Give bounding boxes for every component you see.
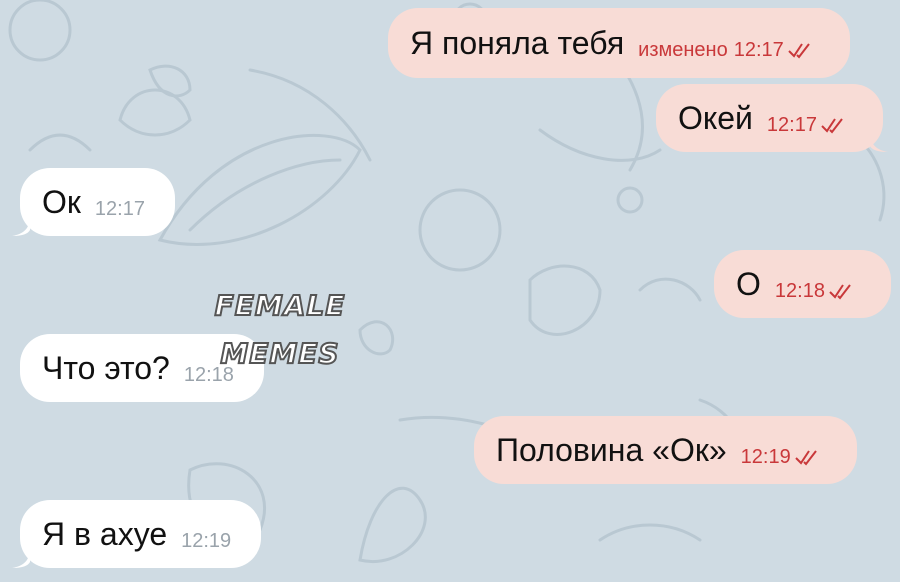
message-time: 12:18	[774, 279, 825, 302]
watermark-line: MEMES	[219, 336, 340, 371]
message-bubble-outgoing[interactable]: Я поняла тебя изменено 12:17	[388, 8, 850, 78]
message-time: 12:17	[766, 113, 817, 136]
message-meta: 12:19	[181, 530, 231, 553]
double-check-icon	[829, 284, 851, 300]
message-meta: 12:17	[767, 114, 847, 137]
message-text: Ок	[42, 183, 81, 220]
double-check-icon	[788, 43, 810, 59]
message-bubble-incoming[interactable]: Я в ахуе 12:19	[20, 500, 262, 568]
message-text: О	[736, 265, 761, 302]
message-bubble-outgoing[interactable]: Половина «Ок» 12:19	[474, 416, 857, 484]
message-bubble-outgoing[interactable]: Окей 12:17	[656, 84, 883, 152]
message-time: 12:17	[94, 197, 145, 220]
double-check-icon	[794, 450, 817, 466]
message-text: Что это?	[42, 349, 170, 386]
message-meta: 12:18	[775, 280, 855, 303]
message-text: Я поняла тебя	[410, 24, 625, 61]
watermark-line: FEMALE	[214, 288, 346, 323]
message-text: Половина «Ок»	[496, 431, 727, 468]
edited-label: изменено	[638, 38, 728, 61]
message-meta: 12:17	[95, 198, 145, 221]
message-time: 12:17	[733, 38, 784, 61]
message-text: Окей	[678, 99, 753, 136]
message-text: Я в ахуе	[42, 515, 168, 552]
message-bubble-incoming[interactable]: Ок 12:17	[20, 168, 175, 236]
message-meta: 12:19	[741, 446, 821, 469]
message-time: 12:19	[181, 529, 232, 552]
double-check-icon	[821, 118, 843, 134]
message-meta: изменено 12:17	[638, 39, 814, 62]
bubble-tail	[870, 132, 888, 152]
message-time: 12:19	[740, 445, 791, 468]
watermark-logo: FEMALE MEMES	[200, 282, 360, 378]
message-bubble-outgoing[interactable]: О 12:18	[714, 250, 891, 318]
